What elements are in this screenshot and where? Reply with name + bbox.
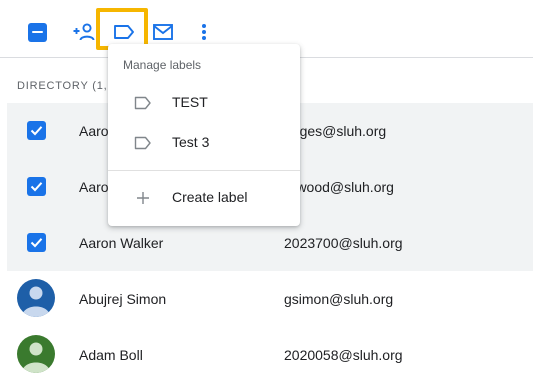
plus-icon bbox=[137, 192, 149, 204]
table-row[interactable]: Abujrej Simon gsimon@sluh.org bbox=[7, 271, 533, 327]
menu-title: Manage labels bbox=[123, 58, 202, 72]
menu-item-label: TEST bbox=[172, 94, 208, 110]
avatar[interactable] bbox=[17, 279, 55, 317]
row-name: Aaron Walker bbox=[79, 235, 164, 251]
row-checkbox[interactable] bbox=[27, 233, 46, 252]
check-icon bbox=[30, 182, 43, 192]
table-row[interactable]: Adam Boll 2020058@sluh.org bbox=[7, 327, 533, 381]
select-all-checkbox[interactable] bbox=[23, 18, 51, 46]
more-vert-icon bbox=[202, 24, 206, 40]
row-email: gsimon@sluh.org bbox=[284, 291, 394, 307]
row-name: Abujrej Simon bbox=[79, 291, 167, 307]
row-email: 2020058@sluh.org bbox=[284, 347, 403, 363]
row-email: 2023700@sluh.org bbox=[284, 235, 403, 251]
send-email-button[interactable] bbox=[149, 18, 177, 46]
check-icon bbox=[30, 238, 43, 248]
directory-header: DIRECTORY (1,6 bbox=[17, 80, 115, 92]
row-email: erwood@sluh.org bbox=[284, 179, 394, 195]
row-checkbox[interactable] bbox=[27, 177, 46, 196]
row-name: Aaro bbox=[79, 179, 109, 195]
add-person-icon bbox=[73, 23, 95, 41]
add-to-group-button[interactable] bbox=[70, 18, 98, 46]
manage-labels-button[interactable] bbox=[110, 18, 138, 46]
avatar[interactable] bbox=[17, 335, 55, 373]
create-label-button[interactable]: Create label bbox=[108, 178, 300, 218]
more-options-button[interactable] bbox=[190, 18, 218, 46]
manage-labels-menu: Manage labels TEST Test 3 Create label bbox=[108, 44, 300, 226]
label-outline-icon bbox=[134, 96, 151, 110]
indeterminate-checkbox-icon bbox=[27, 22, 47, 42]
row-checkbox[interactable] bbox=[27, 121, 46, 140]
create-label-text: Create label bbox=[172, 189, 248, 205]
label-outline-icon bbox=[134, 136, 151, 150]
person-avatar-icon bbox=[17, 335, 55, 373]
menu-item-label: Test 3 bbox=[172, 134, 210, 150]
row-name: Adam Boll bbox=[79, 347, 143, 363]
row-name: Aaro bbox=[79, 123, 109, 139]
menu-item-label-test-3[interactable]: Test 3 bbox=[108, 123, 300, 163]
email-icon bbox=[153, 24, 173, 40]
check-icon bbox=[30, 126, 43, 136]
menu-item-label-test[interactable]: TEST bbox=[108, 83, 300, 123]
label-icon bbox=[114, 25, 134, 39]
person-avatar-icon bbox=[17, 279, 55, 317]
menu-divider bbox=[108, 170, 300, 171]
